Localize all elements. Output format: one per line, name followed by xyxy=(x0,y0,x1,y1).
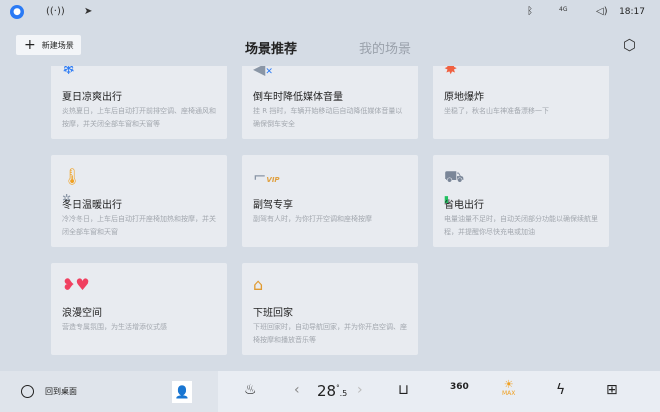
bluetooth-icon: ᛒ xyxy=(527,6,533,17)
card-desc: 挂 R 挡时，车辆开始移动后自动降低媒体音量以确保倒车安全 xyxy=(253,107,403,128)
album-art[interactable]: 👤 xyxy=(172,381,192,403)
signal-icon: 4G xyxy=(559,6,568,13)
home-circle-icon[interactable] xyxy=(21,385,34,398)
card-desc: 冷冷冬日，上车后自动打开座椅加热和按摩，并关闭全部车窗和天窗 xyxy=(62,215,216,236)
temp-value: 28 xyxy=(317,382,337,400)
temp-decimal: .5 xyxy=(339,389,348,398)
apps-grid-icon[interactable]: ⊞ xyxy=(606,382,618,398)
max-label: MAX xyxy=(502,390,516,397)
card-title: 冬日温暖出行 xyxy=(62,200,122,211)
scene-card[interactable]: ⌂ 下班回家下班回家时，自动导航回家，并为你开启空调、座椅按摩和播放音乐等 xyxy=(242,263,418,355)
temp-up-button[interactable]: › xyxy=(357,382,363,398)
scene-card[interactable]: ⌐VIP 副驾专享副驾有人时，为你打开空调和座椅按摩 xyxy=(242,155,418,247)
snowflake-thermometer-icon: ❄ xyxy=(62,66,76,78)
card-title: 副驾专享 xyxy=(253,200,293,211)
new-scene-label: 新建场景 xyxy=(41,40,74,50)
back-to-desktop[interactable]: 回到桌面 xyxy=(45,386,77,397)
temperature: 28°.5 xyxy=(317,382,347,400)
car-battery-icon: ⛟▮ xyxy=(444,167,465,205)
card-title: 浪漫空间 xyxy=(62,308,102,319)
seat-icon[interactable]: ⊔ xyxy=(398,382,409,398)
mute-speaker-icon: ◀✕ xyxy=(253,66,273,78)
scene-card[interactable]: ✸ 原地爆炸坐稳了，秋名山车神准备漂移一下 xyxy=(433,66,609,139)
volume-icon: ◁) xyxy=(596,6,608,17)
card-title: 夏日凉爽出行 xyxy=(62,92,122,103)
card-desc: 电量油量不足时，自动关闭部分功能以确保续航里程，并提醒你尽快充电或加油 xyxy=(444,215,598,236)
thermometer-fan-icon: 🌡✲ xyxy=(62,167,83,205)
scene-card[interactable]: ◀✕ 倒车时降低媒体音量挂 R 挡时，车辆开始移动后自动降低媒体音量以确保倒车安全 xyxy=(242,66,418,139)
clock: 18:17 xyxy=(619,7,645,17)
tab-recommended[interactable]: 场景推荐 xyxy=(245,38,297,57)
card-title: 倒车时降低媒体音量 xyxy=(253,92,343,103)
scene-list[interactable]: ❄ 夏日凉爽出行炎热夏日，上车后自动打开前排空调、座椅通风和按摩，并关闭全部车窗和… xyxy=(0,66,660,371)
scene-card[interactable]: ⛟▮ 省电出行电量油量不足时，自动关闭部分功能以确保续航里程，并提醒你尽快充电或加… xyxy=(433,155,609,247)
vip-seat-icon: ⌐VIP xyxy=(253,167,280,186)
home-icon: ⌂ xyxy=(253,275,264,294)
card-title: 下班回家 xyxy=(253,308,293,319)
card-desc: 坐稳了，秋名山车神准备漂移一下 xyxy=(444,107,549,115)
user-icon[interactable]: ● xyxy=(10,5,24,19)
hearts-icon: ❥♥ xyxy=(62,275,90,294)
card-desc: 下班回家时，自动导航回家，并为你开启空调、座椅按摩和播放音乐等 xyxy=(253,323,407,344)
plus-icon: + xyxy=(24,37,36,53)
settings-icon[interactable]: ⬡ xyxy=(623,36,636,54)
new-scene-button[interactable]: + 新建场景 xyxy=(16,35,81,55)
lightning-icon[interactable]: ϟ xyxy=(556,382,565,398)
hotspot-icon: ((·)) xyxy=(46,6,65,17)
card-desc: 副驾有人时，为你打开空调和座椅按摩 xyxy=(253,215,372,223)
scene-card[interactable]: 🌡✲ 冬日温暖出行冷冷冬日，上车后自动打开座椅加热和按摩，并关闭全部车窗和天窗 xyxy=(51,155,227,247)
max-defrost-button[interactable]: ☀ MAX xyxy=(502,379,516,398)
temp-down-button[interactable]: ‹ xyxy=(294,382,300,398)
tab-my-scenes[interactable]: 我的场景 xyxy=(359,38,411,57)
card-title: 省电出行 xyxy=(444,200,484,211)
explosion-icon: ✸ xyxy=(444,66,458,78)
status-bar: ● ((·)) ➤ ᛒ 4G ◁) 18:17 xyxy=(0,0,660,26)
card-desc: 营造专属氛围，为生活增添仪式感 xyxy=(62,323,167,331)
location-icon: ➤ xyxy=(84,6,93,17)
home-section: 回到桌面 👤 xyxy=(0,371,218,412)
scene-card[interactable]: ❄ 夏日凉爽出行炎热夏日，上车后自动打开前排空调、座椅通风和按摩，并关闭全部车窗和… xyxy=(51,66,227,139)
bottom-dock: 回到桌面 👤 ♨ ‹ 28°.5 › ⊔ 360 ☀ MAX ϟ ⊞ xyxy=(0,371,660,412)
scene-card[interactable]: ❥♥ 浪漫空间营造专属氛围，为生活增添仪式感 xyxy=(51,263,227,355)
card-title: 原地爆炸 xyxy=(444,92,484,103)
camera-360-button[interactable]: 360 xyxy=(450,382,469,392)
card-desc: 炎热夏日，上车后自动打开前排空调、座椅通风和按摩，并关闭全部车窗和天窗等 xyxy=(62,107,216,128)
rear-defrost-icon[interactable]: ♨ xyxy=(244,382,257,398)
